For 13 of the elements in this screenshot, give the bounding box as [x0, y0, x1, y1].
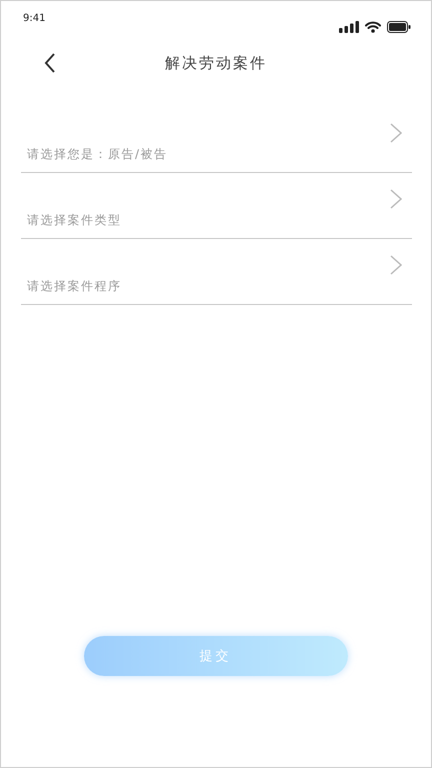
page-title: 解决劳动案件: [165, 54, 267, 72]
wifi-icon: [365, 21, 381, 33]
select-field[interactable]: 请选择案件类型: [21, 175, 412, 239]
signal-icon: [339, 21, 359, 33]
chevron-right-icon: [390, 189, 402, 209]
submit-button[interactable]: 提交: [84, 636, 348, 676]
select-field[interactable]: 请选择您是：原告/被告: [21, 109, 412, 173]
chevron-right-icon: [390, 123, 402, 143]
chevron-right-icon: [390, 255, 402, 275]
battery-icon: [387, 21, 411, 33]
select-field[interactable]: 请选择案件程序: [21, 241, 412, 305]
back-icon[interactable]: [44, 53, 56, 73]
status-time: 9:41: [23, 13, 46, 26]
